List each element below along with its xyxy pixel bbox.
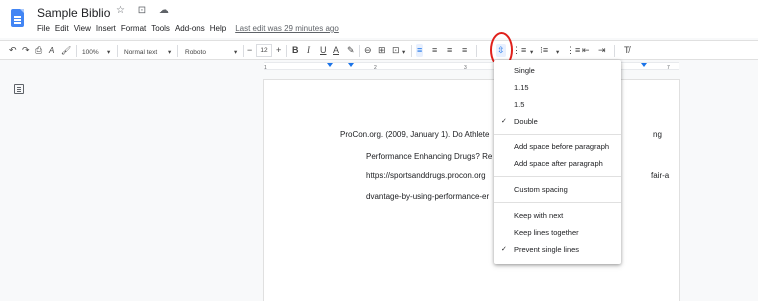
citation-line[interactable]: ng xyxy=(653,130,662,139)
menu-divider xyxy=(494,134,621,135)
style-dropdown-icon[interactable]: ▾ xyxy=(168,46,171,59)
menu-bar: File Edit View Insert Format Tools Add-o… xyxy=(37,24,339,33)
option-label: Keep lines together xyxy=(514,228,579,237)
checkmark-icon: ✓ xyxy=(501,246,507,253)
paint-format-icon[interactable]: 🖌 xyxy=(61,44,71,57)
ruler-left-margin-marker[interactable] xyxy=(348,63,354,67)
option-label: Add space before paragraph xyxy=(514,142,610,151)
comment-icon[interactable]: ⊞ xyxy=(378,44,386,57)
toolbar-divider xyxy=(411,45,412,57)
toolbar-divider xyxy=(286,45,287,57)
font-size-input[interactable]: 12 xyxy=(256,44,272,57)
link-icon[interactable]: ⊖ xyxy=(364,44,372,57)
menu-addons[interactable]: Add-ons xyxy=(175,24,205,33)
text-color-icon[interactable]: A xyxy=(333,44,339,57)
font-select[interactable]: Roboto xyxy=(185,46,206,59)
menu-divider xyxy=(494,176,621,177)
increase-font-size-icon[interactable]: + xyxy=(276,44,281,57)
citation-line[interactable]: https://sportsanddrugs.procon.org xyxy=(366,171,486,180)
checklist-icon[interactable]: ⋮≡ xyxy=(512,44,526,57)
document-outline-icon[interactable] xyxy=(14,84,24,94)
decrease-font-size-icon[interactable]: − xyxy=(247,44,252,57)
option-label: 1.15 xyxy=(514,83,529,92)
menu-file[interactable]: File xyxy=(37,24,50,33)
option-label: Keep with next xyxy=(514,211,564,220)
toolbar-divider xyxy=(243,45,244,57)
spacing-double-option[interactable]: ✓ Double xyxy=(494,115,621,129)
menu-help[interactable]: Help xyxy=(210,24,226,33)
citation-line[interactable]: dvantage-by-using-performance-er xyxy=(366,192,489,201)
citation-line[interactable]: Performance Enhancing Drugs? Re xyxy=(366,152,492,161)
italic-icon[interactable]: I xyxy=(307,44,310,57)
align-left-icon[interactable]: ≡ xyxy=(416,44,424,57)
title-actions[interactable]: ☆ ⊡ ☁ xyxy=(116,5,174,16)
spacing-single-option[interactable]: Single xyxy=(494,64,621,78)
option-label: 1.5 xyxy=(514,100,525,109)
print-icon[interactable]: ⎙ xyxy=(35,44,42,57)
ruler-tick-label: 7 xyxy=(667,65,670,71)
toolbar-divider xyxy=(117,45,118,57)
menu-view[interactable]: View xyxy=(74,24,91,33)
spacing-1-5-option[interactable]: 1.5 xyxy=(494,98,621,112)
justify-icon[interactable]: ≡ xyxy=(462,44,467,57)
add-space-before-option[interactable]: Add space before paragraph xyxy=(494,140,621,154)
option-label: Add space after paragraph xyxy=(514,159,603,168)
numbered-list-icon[interactable]: ⋮≡ xyxy=(566,44,580,57)
image-icon[interactable]: ⊡ xyxy=(392,44,400,57)
title-bar: Sample Biblio ☆ ⊡ ☁ File Edit View Inser… xyxy=(0,0,758,38)
align-center-icon[interactable]: ≡ xyxy=(432,44,437,57)
option-label: Prevent single lines xyxy=(514,245,580,254)
underline-icon[interactable]: U xyxy=(320,44,327,57)
menu-format[interactable]: Format xyxy=(121,24,146,33)
prevent-single-lines-option[interactable]: ✓ Prevent single lines xyxy=(494,243,621,257)
clear-formatting-icon[interactable]: T̸ xyxy=(624,44,630,57)
redo-icon[interactable]: ↷ xyxy=(22,44,30,57)
font-dropdown-icon[interactable]: ▾ xyxy=(234,46,237,59)
citation-line[interactable]: ProCon.org. (2009, January 1). Do Athlet… xyxy=(340,130,489,139)
highlight-icon[interactable]: ✎ xyxy=(347,44,355,57)
toolbar: ↶ ↷ ⎙ A 🖌 100% ▾ Normal text ▾ Roboto ▾ … xyxy=(0,40,758,60)
menu-tools[interactable]: Tools xyxy=(151,24,170,33)
citation-line[interactable]: fair-a xyxy=(651,171,669,180)
checklist-dropdown-icon[interactable]: ▾ xyxy=(530,46,533,59)
bulleted-list-icon[interactable]: ⁝≡ xyxy=(540,44,548,57)
toolbar-divider xyxy=(476,45,477,57)
last-edit-link[interactable]: Last edit was 29 minutes ago xyxy=(235,24,339,33)
menu-insert[interactable]: Insert xyxy=(96,24,116,33)
ruler-tick-label: 1 xyxy=(264,65,267,71)
docs-logo-icon[interactable] xyxy=(11,9,24,27)
toolbar-divider xyxy=(76,45,77,57)
image-dropdown-icon[interactable]: ▾ xyxy=(402,46,405,59)
spellcheck-icon[interactable]: A xyxy=(49,44,54,57)
ruler-indent-marker[interactable] xyxy=(327,63,333,67)
ruler-tick-label: 3 xyxy=(464,65,467,71)
ruler-right-margin-marker[interactable] xyxy=(641,63,647,67)
toolbar-divider xyxy=(177,45,178,57)
style-select[interactable]: Normal text xyxy=(124,46,157,59)
zoom-select[interactable]: 100% xyxy=(82,46,99,59)
toolbar-divider xyxy=(614,45,615,57)
increase-indent-icon[interactable]: ⇥ xyxy=(598,44,606,57)
option-label: Single xyxy=(514,66,535,75)
option-label: Custom spacing xyxy=(514,185,568,194)
decrease-indent-icon[interactable]: ⇤ xyxy=(582,44,590,57)
toolbar-divider xyxy=(359,45,360,57)
custom-spacing-option[interactable]: Custom spacing xyxy=(494,183,621,197)
bulleted-list-dropdown-icon[interactable]: ▾ xyxy=(556,46,559,59)
align-right-icon[interactable]: ≡ xyxy=(447,44,452,57)
document-title[interactable]: Sample Biblio xyxy=(37,6,110,20)
line-spacing-menu: Single 1.15 1.5 ✓ Double Add space befor… xyxy=(494,60,621,264)
spacing-1-15-option[interactable]: 1.15 xyxy=(494,81,621,95)
checkmark-icon: ✓ xyxy=(501,118,507,125)
zoom-dropdown-icon[interactable]: ▾ xyxy=(107,46,110,59)
ruler-tick-label: 2 xyxy=(374,65,377,71)
keep-with-next-option[interactable]: Keep with next xyxy=(494,209,621,223)
keep-lines-together-option[interactable]: Keep lines together xyxy=(494,226,621,240)
menu-divider xyxy=(494,202,621,203)
bold-icon[interactable]: B xyxy=(292,44,299,57)
undo-icon[interactable]: ↶ xyxy=(9,44,17,57)
option-label: Double xyxy=(514,117,538,126)
add-space-after-option[interactable]: Add space after paragraph xyxy=(494,157,621,171)
menu-edit[interactable]: Edit xyxy=(55,24,69,33)
